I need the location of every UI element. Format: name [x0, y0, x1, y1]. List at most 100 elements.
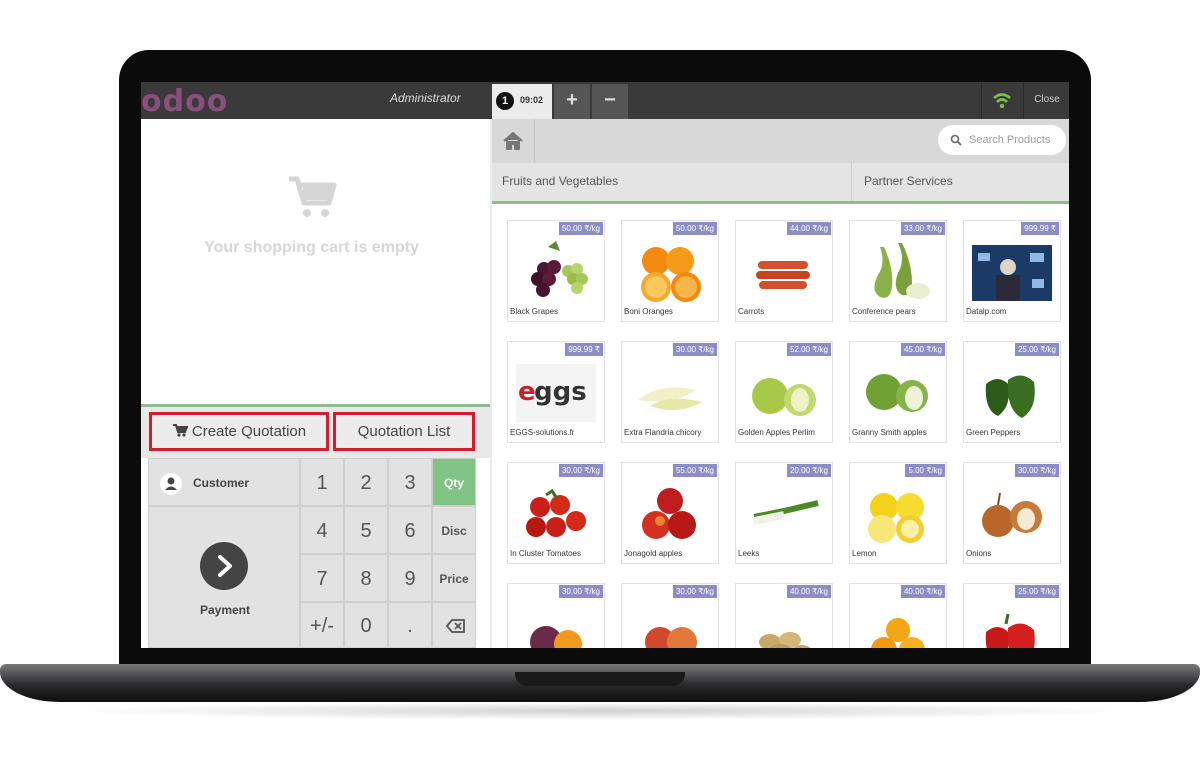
home-icon: [503, 132, 523, 150]
product-card[interactable]: 50.00 ₹/kg Boni Oranges: [621, 220, 719, 322]
product-name: Lemon: [852, 549, 877, 558]
product-card[interactable]: 999.99 ₹ Datalp.com: [963, 220, 1061, 322]
backspace-button[interactable]: [432, 602, 476, 648]
search-input[interactable]: Search Products: [938, 125, 1066, 155]
category-divider: [851, 163, 852, 201]
cart-empty-text: Your shopping cart is empty: [204, 239, 419, 256]
svg-text:ggs: ggs: [534, 377, 587, 407]
numpad-key-dot[interactable]: .: [388, 602, 432, 648]
product-card[interactable]: 20.00 ₹/kg Leeks: [735, 462, 833, 564]
mode-price-button[interactable]: Price: [432, 554, 476, 602]
product-name: Onions: [966, 549, 992, 558]
product-name: Datalp.com: [966, 307, 1007, 316]
price-tag: 45.00 ₹/kg: [900, 343, 945, 356]
numpad-key-4[interactable]: 4: [300, 506, 344, 554]
product-card[interactable]: 25.00 ₹/kg: [963, 583, 1061, 648]
numpad-key-9[interactable]: 9: [388, 554, 432, 602]
numpad: Customer Payment 1 2 3 Qty 4 5 6 Disc 7 …: [148, 458, 476, 648]
price-tag: 999.99 ₹: [565, 343, 603, 356]
price-tag: 999.99 ₹: [1021, 222, 1059, 235]
breadcrumb-bar: Search Products: [492, 119, 1069, 163]
customer-label: Customer: [193, 476, 250, 490]
product-card[interactable]: 52.00 ₹/kg Golden Apples Perlim: [735, 341, 833, 443]
user-name[interactable]: Administrator: [390, 91, 461, 105]
close-button[interactable]: Close: [1023, 82, 1069, 119]
passion-fruit-icon: [530, 626, 582, 648]
product-card[interactable]: 30.00 ₹/kg Onions: [963, 462, 1061, 564]
numpad-key-3[interactable]: 3: [388, 458, 432, 506]
cart-icon: [289, 176, 337, 217]
payment-button[interactable]: Payment: [148, 506, 300, 648]
numpad-key-7[interactable]: 7: [300, 554, 344, 602]
numpad-key-5[interactable]: 5: [344, 506, 388, 554]
laptop-notch: [515, 672, 685, 686]
mode-qty-button[interactable]: Qty: [432, 458, 476, 506]
laptop-shadow: [60, 702, 1140, 720]
product-card[interactable]: 30.00 ₹/kg Extra Flandria chicory: [621, 341, 719, 443]
customer-button[interactable]: Customer: [148, 458, 300, 506]
payment-arrow-icon: [200, 542, 248, 590]
product-card[interactable]: 55.00 ₹/kg Jonagold apples: [621, 462, 719, 564]
peaches-icon: [645, 627, 697, 648]
price-tag: 30.00 ₹/kg: [558, 464, 603, 477]
backspace-icon: [445, 619, 465, 633]
order-number: 1: [496, 92, 514, 110]
price-tag: 20.00 ₹/kg: [786, 464, 831, 477]
quotation-list-button[interactable]: Quotation List: [333, 412, 475, 451]
price-tag: 55.00 ₹/kg: [672, 464, 717, 477]
price-tag: 30.00 ₹/kg: [1014, 464, 1059, 477]
product-name: Extra Flandria chicory: [624, 428, 702, 437]
top-bar: odoo Administrator 1 09:02 + − Close: [141, 82, 1069, 119]
product-card[interactable]: 50.00 ₹/kg Black Grapes: [507, 220, 605, 322]
category-partner-services[interactable]: Partner Services: [864, 174, 953, 188]
product-card[interactable]: 40.00 ₹/kg: [849, 583, 947, 648]
product-card[interactable]: 45.00 ₹/kg Granny Smith apples: [849, 341, 947, 443]
price-tag: 25.00 ₹/kg: [1014, 585, 1059, 598]
numpad-key-2[interactable]: 2: [344, 458, 388, 506]
red-apples-icon: [642, 488, 696, 539]
product-card[interactable]: 30.00 ₹/kg: [621, 583, 719, 648]
product-card[interactable]: 44.00 ₹/kg Carrots: [735, 220, 833, 322]
product-card[interactable]: 30.00 ₹/kg In Cluster Tomatoes: [507, 462, 605, 564]
category-fruits-vegetables[interactable]: Fruits and Vegetables: [502, 174, 618, 188]
price-tag: 30.00 ₹/kg: [672, 343, 717, 356]
price-tag: 30.00 ₹/kg: [558, 585, 603, 598]
product-name: In Cluster Tomatoes: [510, 549, 581, 558]
red-peppers-icon: [985, 613, 1035, 648]
product-card[interactable]: 40.00 ₹/kg: [735, 583, 833, 648]
remove-order-button[interactable]: −: [592, 84, 628, 119]
price-tag: 40.00 ₹/kg: [786, 585, 831, 598]
product-name: EGGS-solutions.fr: [510, 428, 575, 437]
search-placeholder: Search Products: [969, 134, 1051, 146]
product-card[interactable]: 33.00 ₹/kg Conference pears: [849, 220, 947, 322]
order-time: 09:02: [520, 95, 544, 105]
leeks-icon: [753, 500, 819, 525]
numpad-key-1[interactable]: 1: [300, 458, 344, 506]
potatoes-icon: [759, 632, 811, 648]
chicory-icon: [638, 387, 702, 411]
green-apples-icon: [866, 374, 928, 412]
order-tab[interactable]: 1 09:02: [492, 84, 552, 119]
price-tag: 25.00 ₹/kg: [1014, 343, 1059, 356]
product-card[interactable]: 5.00 ₹/kg Lemon: [849, 462, 947, 564]
datalp-image-icon: [972, 245, 1052, 301]
numpad-key-8[interactable]: 8: [344, 554, 388, 602]
product-panel: Search Products Fruits and Vegetables Pa…: [492, 119, 1069, 648]
product-name: Conference pears: [852, 307, 916, 316]
product-card[interactable]: 999.99 ₹ e ggs EGGS-solutions.fr: [507, 341, 605, 443]
numpad-key-6[interactable]: 6: [388, 506, 432, 554]
product-name: Carrots: [738, 307, 765, 316]
create-quotation-button[interactable]: Create Quotation: [149, 412, 329, 451]
oranges-icon: [641, 247, 701, 302]
carrots-icon: [756, 261, 810, 289]
mode-disc-button[interactable]: Disc: [432, 506, 476, 554]
product-card[interactable]: 25.00 ₹/kg Green Peppers: [963, 341, 1061, 443]
home-button[interactable]: [492, 119, 535, 163]
numpad-key-0[interactable]: 0: [344, 602, 388, 648]
tomatoes-icon: [526, 488, 586, 537]
product-card[interactable]: 30.00 ₹/kg: [507, 583, 605, 648]
numpad-key-sign[interactable]: +/-: [300, 602, 344, 648]
price-tag: 52.00 ₹/kg: [786, 343, 831, 356]
add-order-button[interactable]: +: [554, 84, 590, 119]
product-name: Green Peppers: [966, 428, 1021, 437]
